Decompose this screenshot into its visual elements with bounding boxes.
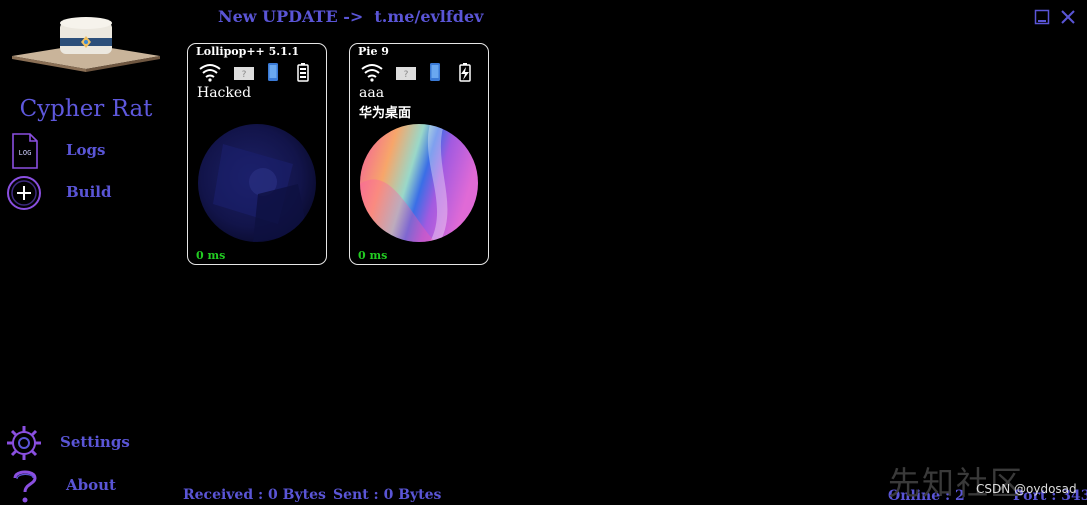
device-ping: 0 ms [196, 249, 226, 262]
sidebar-item-label: Logs [66, 141, 106, 159]
wifi-icon [199, 64, 221, 82]
sidebar-item-label: About [66, 476, 116, 494]
sidebar-item-label: Settings [60, 433, 130, 451]
device-status-icons: ? [199, 63, 309, 82]
svg-text:LOG: LOG [19, 149, 32, 157]
svg-text:?: ? [404, 70, 409, 80]
battery-charging-icon [459, 63, 471, 82]
question-icon [13, 470, 37, 503]
sent-bytes: Sent : 0 Bytes [333, 487, 442, 503]
device-name: Hacked [197, 85, 252, 101]
logo-hat [12, 17, 160, 72]
sidebar-item-label: Build [66, 183, 112, 201]
sim-unknown-icon: ? [234, 67, 254, 80]
device-os: Pie 9 [358, 45, 389, 58]
watermark-text: CSDN @oydosad [976, 482, 1077, 496]
log-file-icon: LOG [12, 133, 38, 169]
device-card[interactable]: Lollipop++ 5.1.1 ? Hacked 0 ms [187, 43, 327, 265]
watermark-brand: 先知社区 [888, 464, 1025, 502]
sim-unknown-icon: ? [396, 67, 416, 80]
device-subtitle: 华为桌面 [359, 106, 412, 121]
sidebar-item-logs[interactable]: LOG Logs [6, 132, 172, 170]
device-ping: 0 ms [358, 249, 388, 262]
phone-icon [430, 63, 440, 81]
device-status-icons: ? [361, 63, 471, 82]
update-banner[interactable]: New UPDATE -> t.me/evlfdev [218, 7, 483, 26]
device-os: Lollipop++ 5.1.1 [196, 45, 300, 58]
wifi-icon [361, 64, 383, 82]
minimize-icon[interactable] [1034, 9, 1050, 25]
sidebar-item-about[interactable]: About [6, 467, 172, 505]
device-wallpaper [360, 124, 478, 242]
received-bytes: Received : 0 Bytes [183, 487, 326, 503]
svg-text:?: ? [242, 70, 247, 80]
app-title: Cypher Rat [19, 96, 153, 122]
device-name: aaa [359, 85, 385, 101]
sidebar-item-settings[interactable]: Settings [6, 424, 172, 462]
gear-icon [7, 426, 41, 460]
plus-circle-icon [7, 176, 41, 210]
close-icon[interactable] [1060, 9, 1076, 25]
battery-full-icon [297, 63, 309, 82]
phone-icon [268, 63, 278, 81]
device-card[interactable]: Pie 9 ? aaa 华为桌面 0 ms [349, 43, 489, 265]
device-wallpaper [198, 124, 316, 242]
sidebar-item-build[interactable]: Build [6, 174, 172, 212]
